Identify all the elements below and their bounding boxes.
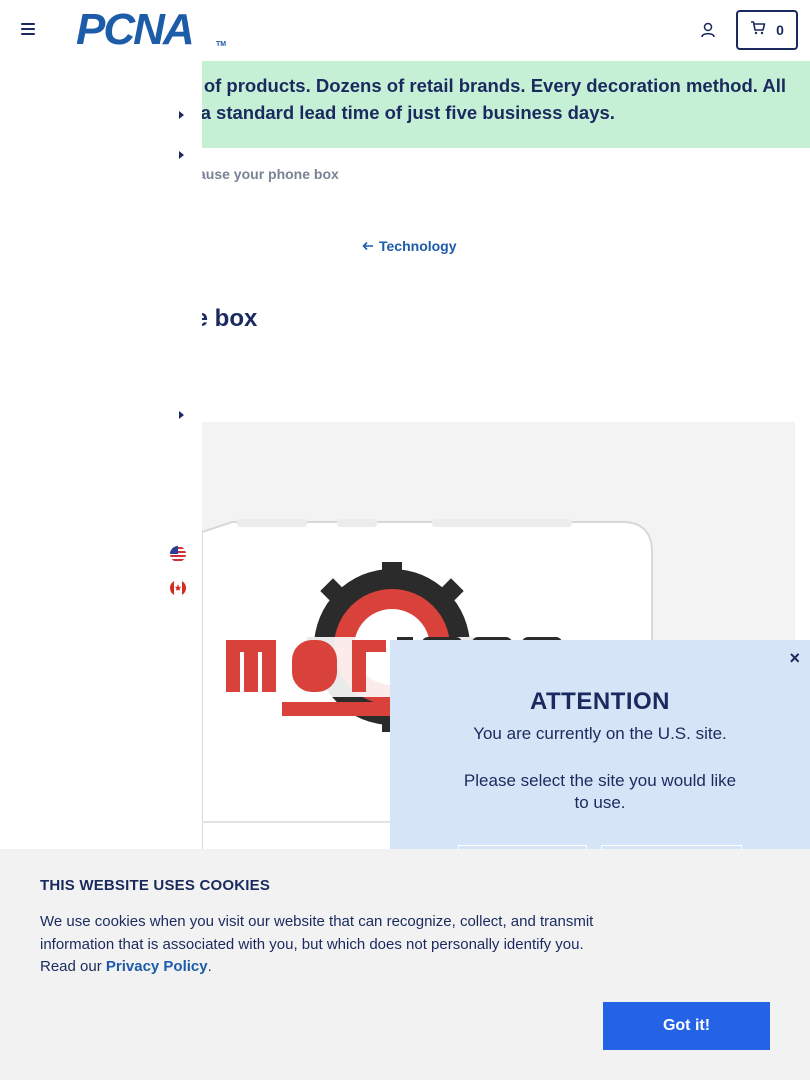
back-link-label: Technology (379, 238, 457, 254)
account-icon[interactable] (700, 22, 716, 38)
privacy-policy-link[interactable]: Privacy Policy (106, 958, 208, 975)
pcna-logo[interactable]: PCNA TM (76, 5, 227, 54)
side-navigation (0, 61, 202, 849)
caret-right-icon[interactable] (178, 407, 186, 419)
menu-icon[interactable] (21, 23, 35, 36)
back-to-category-link[interactable]: Technology (362, 238, 457, 254)
cookie-text-end: . (207, 958, 212, 975)
site-selection-modal: × ATTENTION You are currently on the U.S… (390, 640, 810, 885)
cart-button[interactable]: 0 (736, 10, 798, 50)
attention-instructions: Please select the site you would like to… (463, 771, 737, 812)
cookie-title: THIS WEBSITE USES COOKIES (40, 877, 271, 894)
accept-cookies-button[interactable]: Got it! (603, 1002, 770, 1050)
site-header: PCNA TM 0 (0, 0, 810, 61)
us-flag-icon[interactable] (170, 546, 186, 562)
cart-count: 0 (776, 22, 784, 38)
logo-trademark: TM (216, 41, 227, 48)
ca-flag-icon[interactable] (170, 580, 186, 596)
close-icon[interactable]: × (789, 648, 800, 669)
caret-right-icon[interactable] (178, 147, 186, 159)
cookie-banner: THIS WEBSITE USES COOKIES We use cookies… (0, 849, 810, 1080)
logo-text: PCNA (76, 5, 195, 54)
caret-right-icon[interactable] (178, 107, 186, 119)
attention-title: ATTENTION (529, 688, 671, 715)
arrow-left-icon (362, 238, 374, 254)
attention-current-site: You are currently on the U.S. site. (473, 724, 727, 743)
cart-icon (750, 20, 766, 40)
breadcrumb[interactable]: ause your phone box (198, 166, 339, 182)
cookie-body: We use cookies when you visit our websit… (40, 911, 605, 979)
